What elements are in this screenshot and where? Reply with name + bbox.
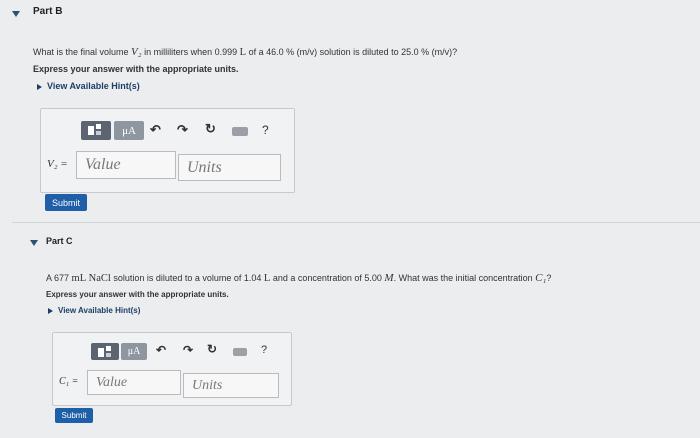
question-text: in milliliters when 0.999 bbox=[141, 47, 240, 57]
question-text: What is the final volume bbox=[33, 47, 132, 57]
unit-m: M bbox=[384, 272, 394, 284]
keyboard-icon[interactable] bbox=[232, 127, 248, 136]
templates-button[interactable] bbox=[91, 343, 119, 360]
units-input[interactable]: Units bbox=[178, 154, 281, 181]
divider bbox=[12, 222, 700, 223]
part-c-express: Express your answer with the appropriate… bbox=[46, 290, 229, 299]
question-text: . What was the initial concentration bbox=[393, 273, 536, 283]
formula-nacl: NaCl bbox=[88, 273, 111, 284]
part-b-submit-button[interactable]: Submit bbox=[45, 194, 87, 211]
part-c-submit-button[interactable]: Submit bbox=[55, 408, 93, 423]
undo-icon[interactable]: ↶ bbox=[156, 343, 166, 357]
variable-c1: C₁ bbox=[535, 272, 547, 284]
units-symbol-button[interactable]: μA bbox=[114, 121, 144, 140]
question-text: A 677 bbox=[46, 273, 72, 283]
collapse-part-c-icon[interactable] bbox=[30, 240, 38, 246]
templates-button[interactable] bbox=[81, 121, 111, 140]
question-text: and a concentration of 5.00 bbox=[270, 273, 385, 283]
template-icon-part bbox=[96, 124, 101, 129]
template-icon bbox=[88, 126, 94, 135]
hints-label: View Available Hint(s) bbox=[58, 306, 141, 315]
undo-icon[interactable]: ↶ bbox=[150, 122, 161, 138]
template-icon bbox=[98, 348, 104, 357]
reset-icon[interactable]: ↻ bbox=[205, 121, 216, 137]
part-c-title[interactable]: Part C bbox=[46, 236, 73, 246]
question-text: of a 46.0 % (m/v) solution is diluted to… bbox=[246, 47, 458, 57]
part-c-view-hints-link[interactable]: View Available Hint(s) bbox=[48, 306, 140, 315]
expand-triangle-icon bbox=[48, 307, 53, 314]
question-text: ? bbox=[546, 273, 552, 283]
keyboard-icon[interactable] bbox=[233, 348, 247, 356]
redo-icon[interactable]: ↷ bbox=[177, 122, 188, 138]
template-icon-part bbox=[96, 131, 101, 135]
collapse-part-b-icon[interactable] bbox=[12, 11, 20, 17]
v2-label: V₂ = bbox=[47, 158, 68, 170]
reset-icon[interactable]: ↻ bbox=[207, 342, 217, 356]
part-b-question: What is the final volume V₂ in millilite… bbox=[33, 46, 457, 58]
help-icon[interactable]: ? bbox=[261, 344, 267, 356]
part-b-express: Express your answer with the appropriate… bbox=[33, 64, 239, 74]
part-b-view-hints-link[interactable]: View Available Hint(s) bbox=[37, 81, 140, 91]
variable-v2: V₂ bbox=[131, 46, 142, 58]
value-input[interactable]: Value bbox=[76, 151, 176, 179]
part-c-answer-box: μA ↶ ↷ ↻ ? C₁ = Value Units bbox=[52, 332, 292, 406]
part-b-title[interactable]: Part B bbox=[33, 6, 62, 17]
redo-icon[interactable]: ↷ bbox=[183, 343, 193, 357]
units-symbol-button[interactable]: μA bbox=[121, 343, 147, 360]
part-b-answer-box: μA ↶ ↷ ↻ ? V₂ = Value Units bbox=[40, 108, 295, 193]
value-input[interactable]: Value bbox=[87, 370, 181, 395]
part-c-question: A 677 mL NaCl solution is diluted to a v… bbox=[46, 272, 551, 284]
unit-ml: mL bbox=[71, 273, 87, 284]
question-text: solution is diluted to a volume of 1.04 bbox=[110, 273, 264, 283]
template-icon-part bbox=[106, 353, 111, 357]
c1-label: C₁ = bbox=[59, 376, 79, 387]
expand-triangle-icon bbox=[37, 83, 42, 90]
help-icon[interactable]: ? bbox=[262, 123, 269, 137]
units-input[interactable]: Units bbox=[183, 373, 279, 398]
hints-label: View Available Hint(s) bbox=[47, 81, 140, 91]
template-icon-part bbox=[106, 346, 111, 351]
